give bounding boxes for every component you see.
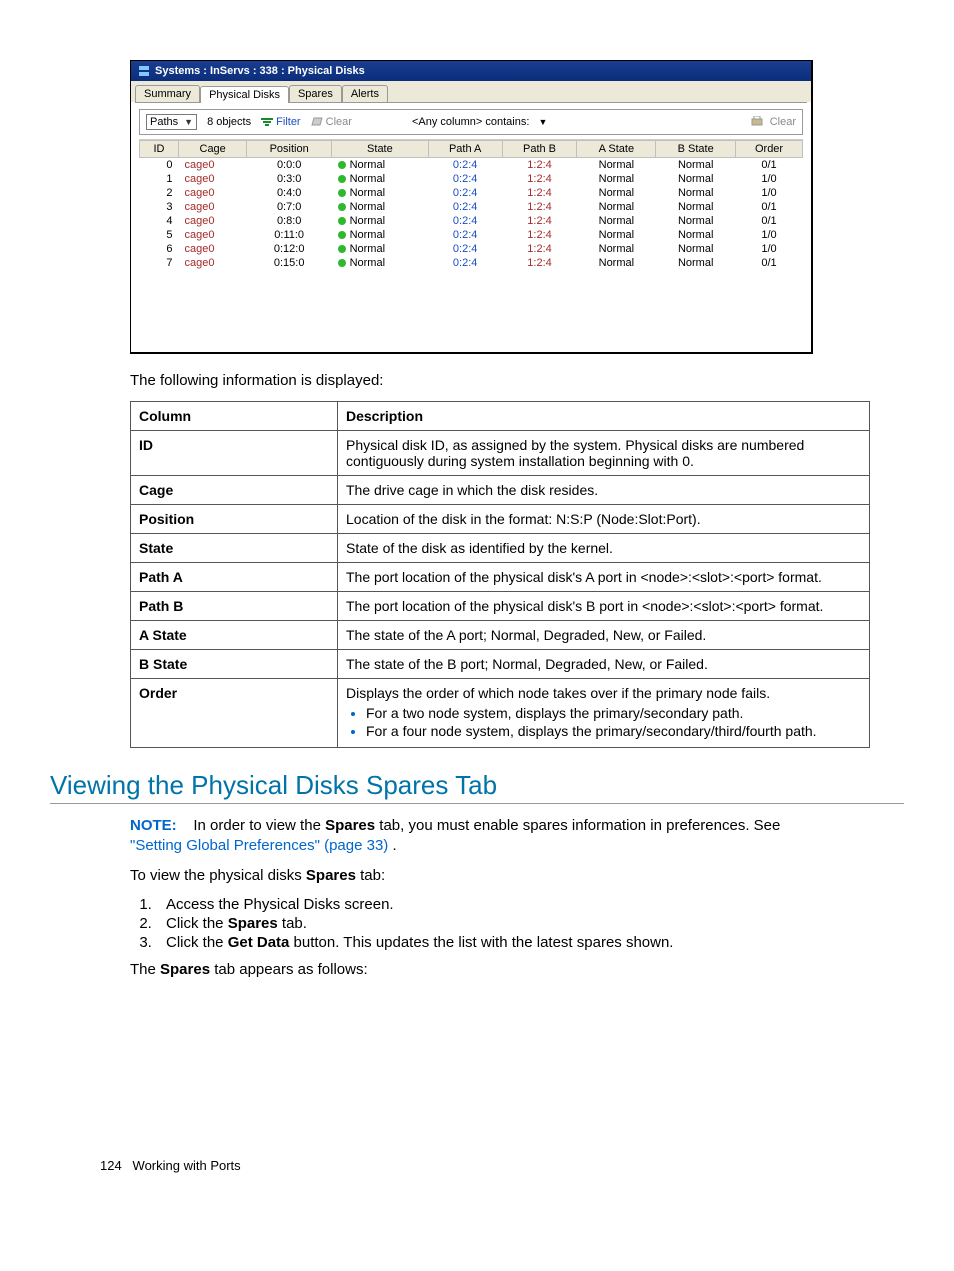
table-row[interactable]: 5cage00:11:0Normal0:2:41:2:4NormalNormal…: [140, 228, 803, 242]
note-label: NOTE:: [130, 817, 177, 834]
desc-row: OrderDisplays the order of which node ta…: [131, 679, 870, 748]
tab-spares[interactable]: Spares: [289, 85, 342, 102]
chapter-title: Working with Ports: [133, 1158, 241, 1173]
column-header[interactable]: Position: [247, 141, 332, 158]
object-count: 8 objects: [207, 116, 251, 128]
desc-row: CageThe drive cage in which the disk res…: [131, 476, 870, 505]
printer-icon[interactable]: [750, 116, 764, 128]
eraser-icon: [311, 117, 323, 127]
desc-row: Path BThe port location of the physical …: [131, 592, 870, 621]
tab-alerts[interactable]: Alerts: [342, 85, 388, 102]
physical-disks-window: Systems : InServs : 338 : Physical Disks…: [130, 60, 813, 354]
desc-row: B StateThe state of the B port; Normal, …: [131, 650, 870, 679]
view-dropdown-value: Paths: [150, 116, 178, 128]
app-icon: [137, 64, 151, 78]
intro-text: The following information is displayed:: [130, 372, 904, 389]
desc-row: Path AThe port location of the physical …: [131, 563, 870, 592]
clear-right-button[interactable]: Clear: [770, 116, 796, 128]
column-header[interactable]: State: [332, 141, 429, 158]
filter-icon: [261, 117, 273, 127]
window-title: Systems : InServs : 338 : Physical Disks: [155, 65, 365, 77]
table-row[interactable]: 2cage00:4:0Normal0:2:41:2:4NormalNormal1…: [140, 186, 803, 200]
desc-row: StateState of the disk as identified by …: [131, 534, 870, 563]
steps-list: Access the Physical Disks screen. Click t…: [130, 896, 904, 951]
table-row[interactable]: 3cage00:7:0Normal0:2:41:2:4NormalNormal0…: [140, 200, 803, 214]
desc-row: A StateThe state of the A port; Normal, …: [131, 621, 870, 650]
chevron-down-icon: ▼: [184, 117, 193, 127]
page-footer: 124 Working with Ports: [100, 1158, 904, 1173]
list-item: Access the Physical Disks screen.: [156, 896, 904, 913]
column-header[interactable]: A State: [577, 141, 656, 158]
desc-header-column: Column: [131, 402, 338, 431]
table-row[interactable]: 0cage00:0:0Normal0:2:41:2:4NormalNormal0…: [140, 158, 803, 173]
desc-row: PositionLocation of the disk in the form…: [131, 505, 870, 534]
table-row[interactable]: 6cage00:12:0Normal0:2:41:2:4NormalNormal…: [140, 242, 803, 256]
list-item: Click the Spares tab.: [156, 915, 904, 932]
window-titlebar: Systems : InServs : 338 : Physical Disks: [131, 61, 811, 81]
page-number: 124: [100, 1158, 122, 1173]
column-header[interactable]: Order: [736, 141, 803, 158]
column-header[interactable]: Path B: [502, 141, 577, 158]
note-block: NOTE: In order to view the Spares tab, y…: [130, 816, 870, 857]
chevron-down-icon: ▼: [538, 117, 547, 127]
table-row[interactable]: 7cage00:15:0Normal0:2:41:2:4NormalNormal…: [140, 256, 803, 270]
filter-bar: Paths ▼ 8 objects Filter Clear <Any colu: [139, 109, 803, 135]
column-header[interactable]: Path A: [428, 141, 502, 158]
preferences-link[interactable]: "Setting Global Preferences" (page 33): [130, 837, 388, 854]
tab-summary[interactable]: Summary: [135, 85, 200, 102]
table-row[interactable]: 1cage00:3:0Normal0:2:41:2:4NormalNormal1…: [140, 172, 803, 186]
filter-button[interactable]: Filter: [261, 116, 301, 128]
tab-physical-disks[interactable]: Physical Disks: [200, 86, 289, 103]
view-dropdown[interactable]: Paths ▼: [146, 114, 197, 130]
tab-strip: SummaryPhysical DisksSparesAlerts: [131, 81, 811, 102]
column-header[interactable]: Cage: [179, 141, 247, 158]
list-item: Click the Get Data button. This updates …: [156, 934, 904, 951]
clear-button[interactable]: Clear: [311, 116, 352, 128]
column-header[interactable]: B State: [656, 141, 736, 158]
column-header[interactable]: ID: [140, 141, 179, 158]
steps-intro: To view the physical disks Spares tab:: [130, 867, 904, 884]
data-grid: IDCagePositionStatePath APath BA StateB …: [139, 139, 803, 340]
section-heading: Viewing the Physical Disks Spares Tab: [50, 770, 904, 804]
table-row[interactable]: 4cage00:8:0Normal0:2:41:2:4NormalNormal0…: [140, 214, 803, 228]
desc-row: IDPhysical disk ID, as assigned by the s…: [131, 431, 870, 476]
desc-header-description: Description: [338, 402, 870, 431]
description-table: Column Description IDPhysical disk ID, a…: [130, 401, 870, 748]
column-filter-dropdown[interactable]: <Any column> contains: ▼: [412, 116, 547, 128]
after-steps: The Spares tab appears as follows:: [130, 961, 904, 978]
